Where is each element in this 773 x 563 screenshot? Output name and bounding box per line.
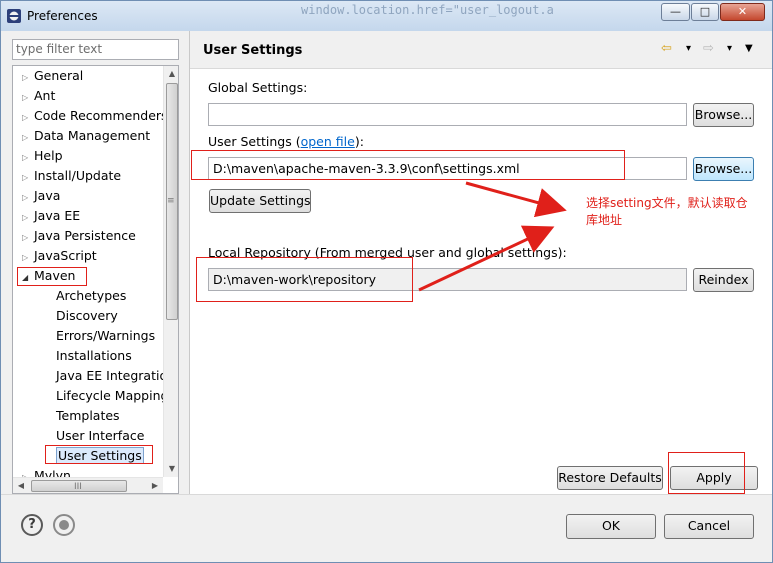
footer-separator [1, 494, 772, 495]
arrow-to-note [465, 181, 567, 218]
ok-button[interactable]: OK [566, 514, 656, 539]
preferences-window: window.location.href="user_logout.a Pref… [0, 0, 773, 563]
record-icon[interactable] [53, 514, 75, 536]
annotation-note: 选择setting文件，默认读取仓库地址 [586, 196, 748, 227]
cancel-button[interactable]: Cancel [664, 514, 754, 539]
arrow-to-note-2 [418, 225, 555, 292]
annotation-arrows [418, 181, 567, 292]
help-icon[interactable]: ? [21, 514, 43, 536]
